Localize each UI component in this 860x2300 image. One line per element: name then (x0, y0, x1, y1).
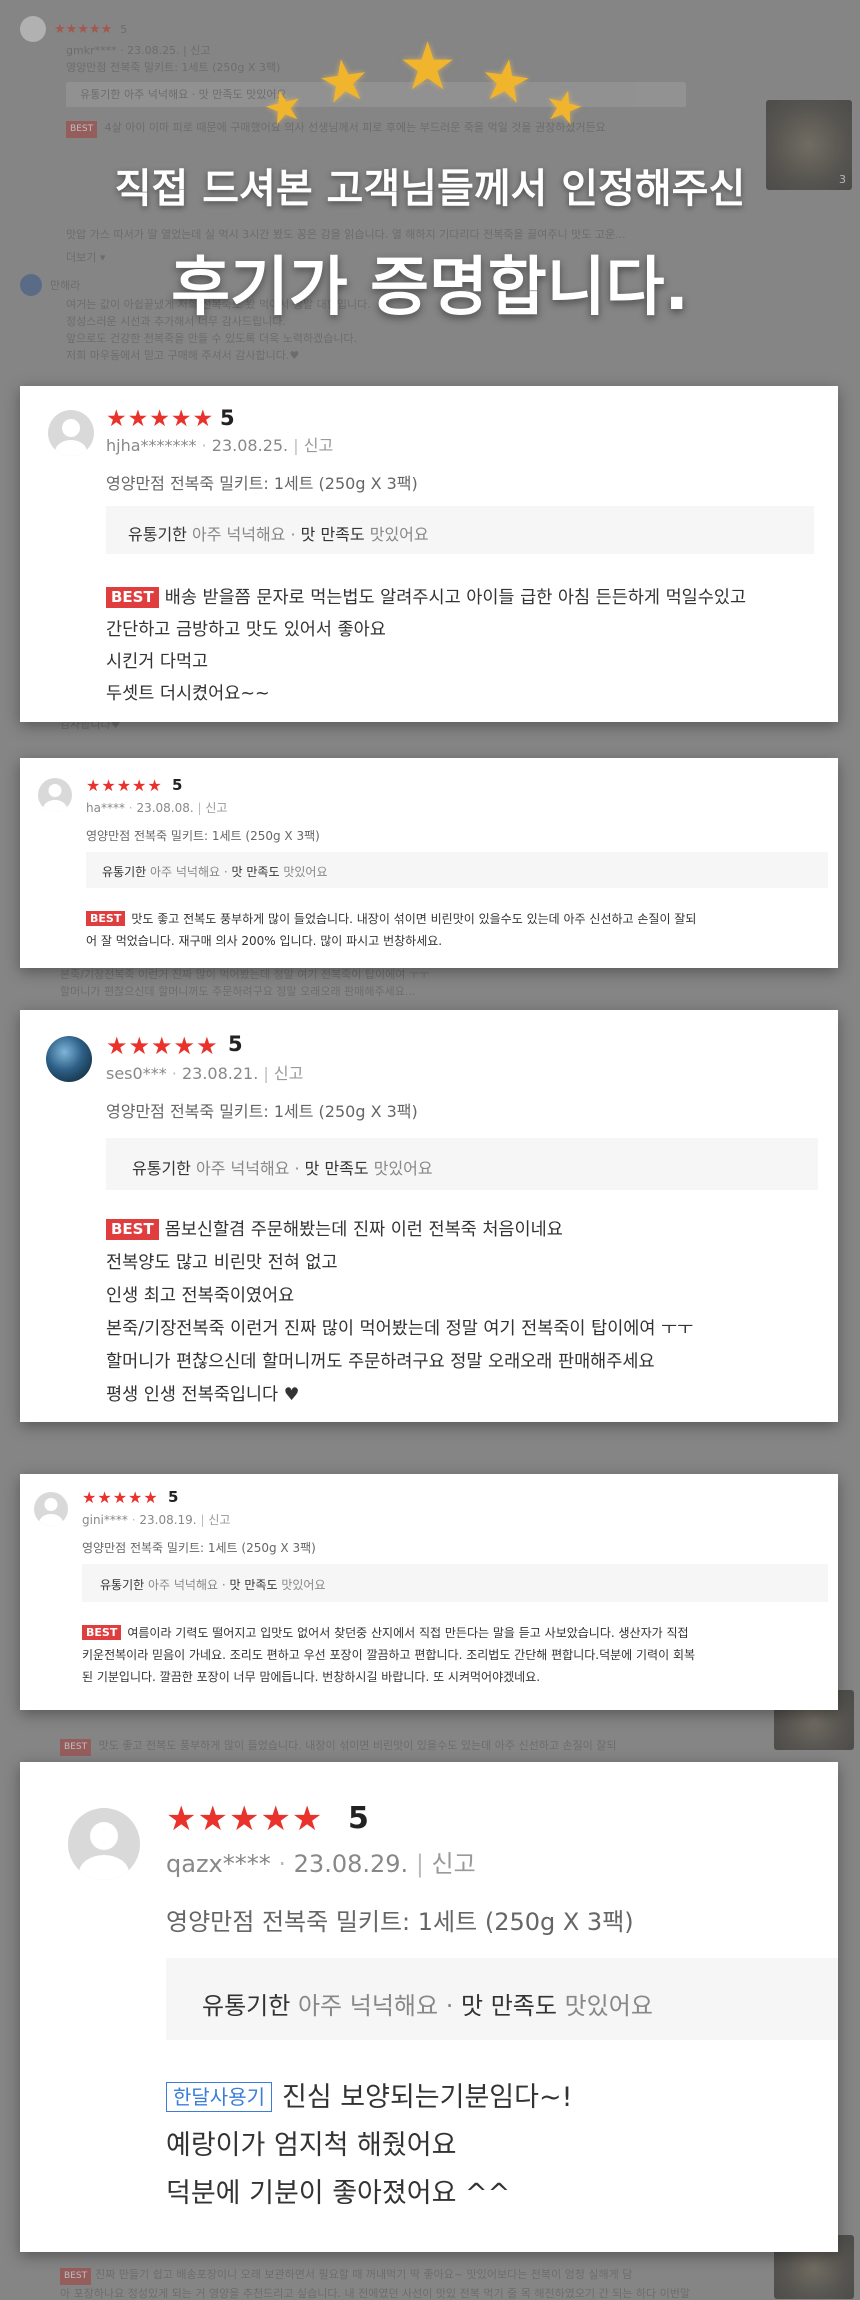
gold-star-icon: ★ (313, 43, 375, 119)
rating-summary: 유통기한 아주 넉넉해요 · 맛 만족도 맛있어요 (106, 1138, 818, 1190)
review-date: 23.08.25. (211, 436, 289, 455)
report-link[interactable]: 신고 (208, 1513, 230, 1527)
review-date: 23.08.08. (136, 801, 194, 815)
review-meta: ses0*** · 23.08.21. | 신고 (106, 1064, 304, 1083)
username: ha**** (86, 801, 125, 815)
gold-star-icon: ★ (538, 78, 590, 138)
review-meta: hjha******* · 23.08.25. | 신고 (106, 436, 334, 455)
score: 5 (228, 1032, 243, 1056)
review-text: BEST 맛도 좋고 전복도 풍부하게 많이 들었습니다. 내장이 섞이면 비린맛… (86, 911, 697, 948)
product-option: 영양만점 전복죽 밀키트: 1세트 (250g X 3팩) (86, 829, 320, 843)
review-card: ★★★★★ 5 ses0*** · 23.08.21. | 신고 영양만점 전복… (20, 1010, 838, 1422)
report-link[interactable]: 신고 (274, 1064, 303, 1083)
review-meta: ha**** · 23.08.08. | 신고 (86, 801, 228, 815)
review-date: 23.08.19. (139, 1513, 197, 1527)
review-card: ★★★★★ 5 ha**** · 23.08.08. | 신고 영양만점 전복죽… (20, 758, 838, 968)
avatar (34, 1492, 68, 1526)
rating-summary: 유통기한 아주 넉넉해요 · 맛 만족도 맛있어요 (86, 852, 828, 888)
rating-summary: 유통기한 아주 넉넉해요 · 맛 만족도 맛있어요 (106, 506, 814, 554)
star-rating: ★★★★★ (106, 1032, 219, 1060)
product-option: 영양만점 전복죽 밀키트: 1세트 (250g X 3팩) (106, 1102, 418, 1121)
month-review-badge: 한달사용기 (166, 2082, 272, 2112)
best-badge: BEST (106, 587, 159, 608)
avatar (46, 1036, 92, 1082)
report-link[interactable]: 신고 (205, 801, 227, 815)
review-meta: qazx**** · 23.08.29. | 신고 (166, 1850, 476, 1878)
product-option: 영양만점 전복죽 밀키트: 1세트 (250g X 3팩) (166, 1908, 634, 1936)
score: 5 (220, 406, 235, 430)
star-rating: ★★★★★ (86, 776, 163, 795)
avatar (68, 1808, 140, 1880)
review-text: BEST 몸보신할겸 주문해봤는데 진짜 이런 전복죽 처음이네요 전복양도 많고… (106, 1219, 694, 1405)
best-badge: BEST (106, 1219, 159, 1240)
score: 5 (172, 776, 183, 794)
star-rating: ★★★★★ (82, 1488, 159, 1507)
review-card: ★★★★★ 5 hjha******* · 23.08.25. | 신고 영양만… (20, 386, 838, 722)
review-text: BEST 여름이라 기력도 떨어지고 입맛도 없어서 찾던중 산지에서 직접 만든… (82, 1625, 696, 1684)
product-option: 영양만점 전복죽 밀키트: 1세트 (250g X 3팩) (82, 1541, 316, 1555)
review-meta: gini**** · 23.08.19. | 신고 (82, 1513, 231, 1527)
review-card: ★★★★★ 5 qazx**** · 23.08.29. | 신고 영양만점 전… (20, 1762, 838, 2252)
gold-star-icon: ★ (398, 28, 458, 105)
score: 5 (168, 1488, 179, 1506)
header: ★ ★ ★ ★ ★ 직접 드셔본 고객님들께서 인정해주신 후기가 증명합니다. (0, 0, 860, 360)
review-text: 한달사용기 진심 보양되는기분임다~! 예랑이가 엄지척 해줬어요 덕분에 기분이… (166, 2082, 573, 2209)
avatar (48, 410, 94, 456)
username: gini**** (82, 1513, 128, 1527)
page-title: 후기가 증명합니다. (171, 251, 689, 325)
page-subtitle: 직접 드셔본 고객님들께서 인정해주신 (114, 166, 746, 212)
avatar (38, 778, 72, 812)
star-rating: ★★★★★ (106, 406, 215, 432)
product-option: 영양만점 전복죽 밀키트: 1세트 (250g X 3팩) (106, 474, 418, 493)
best-badge: BEST (86, 911, 126, 926)
review-date: 23.08.21. (181, 1064, 259, 1083)
rating-summary: 유통기한 아주 넉넉해요 · 맛 만족도 맛있어요 (82, 1564, 828, 1602)
username: ses0*** (106, 1064, 167, 1083)
review-text: BEST 배송 받을쯤 문자로 먹는법도 알려주시고 아이들 급한 아침 든든하게… (106, 587, 747, 704)
review-date: 23.08.29. (293, 1850, 409, 1878)
star-rating: ★★★★★ (166, 1799, 324, 1839)
username: qazx**** (166, 1850, 271, 1878)
username: hjha******* (106, 436, 197, 455)
report-link[interactable]: 신고 (432, 1850, 476, 1878)
score: 5 (348, 1801, 369, 1836)
rating-summary: 유통기한 아주 넉넉해요 · 맛 만족도 맛있어요 (166, 1958, 838, 2040)
best-badge: BEST (82, 1625, 122, 1640)
gold-star-icon: ★ (258, 78, 309, 138)
review-card: ★★★★★ 5 gini**** · 23.08.19. | 신고 영양만점 전… (20, 1474, 838, 1710)
report-link[interactable]: 신고 (304, 436, 333, 455)
gold-star-icon: ★ (475, 43, 537, 119)
